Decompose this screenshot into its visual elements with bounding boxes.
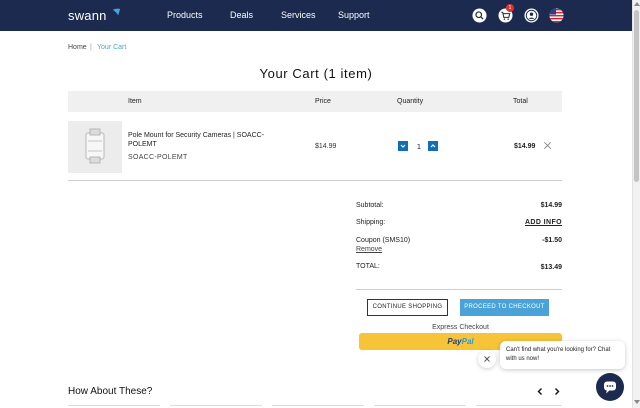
subtotal-label: Subtotal: (356, 202, 384, 209)
account-icon[interactable] (524, 8, 539, 23)
shipping-label: Shipping: (356, 219, 386, 226)
nav-deals[interactable]: Deals (230, 10, 253, 20)
chat-icon (604, 381, 616, 394)
header-price: Price (315, 98, 331, 105)
swann-logo[interactable]: swann (68, 8, 107, 23)
nav-products[interactable]: Products (167, 10, 203, 20)
proceed-to-checkout-button[interactable]: PROCEED TO CHECKOUT (460, 299, 549, 316)
recommendations-title: How About These? (68, 386, 153, 397)
remove-item-icon[interactable] (543, 141, 552, 150)
breadcrumb-current: Your Cart (97, 44, 127, 51)
row-divider (68, 180, 562, 181)
subtotal-value: $14.99 (540, 202, 562, 209)
chat-close-button[interactable] (478, 350, 496, 368)
breadcrumb-separator: | (90, 44, 92, 51)
product-sku: SOACC-POLEMT (128, 154, 188, 161)
product-image[interactable] (68, 121, 122, 173)
coupon-value: -$1.50 (542, 237, 562, 244)
coupon-label: Coupon (SMS10) (356, 237, 411, 244)
page-scrollbar[interactable] (632, 0, 640, 408)
logo-wave-icon (112, 8, 121, 16)
header-quantity: Quantity (397, 98, 424, 105)
remove-coupon-link[interactable]: Remove (356, 246, 382, 253)
quantity-decrease-icon[interactable] (398, 141, 408, 151)
product-line-total: $14.99 (514, 143, 536, 150)
page-title: Your Cart (1 item) (259, 66, 373, 81)
carousel-next-icon[interactable] (553, 387, 561, 396)
quantity-value[interactable]: 1 (415, 143, 423, 151)
continue-shopping-button[interactable]: CONTINUE SHOPPING (367, 299, 448, 316)
pole-mount-image (85, 128, 105, 164)
cart-count-badge: 1 (506, 4, 514, 12)
chat-prompt-bubble[interactable]: Can't find what you're looking for? Chat… (500, 341, 625, 369)
nav-support[interactable]: Support (338, 10, 370, 20)
search-icon[interactable] (472, 8, 487, 23)
paypal-logo-pay: Pay (447, 337, 462, 346)
scrollbar-thumb[interactable] (634, 10, 639, 182)
product-price: $14.99 (315, 143, 337, 150)
close-icon (484, 356, 490, 362)
total-label: TOTAL: (356, 263, 380, 270)
breadcrumb-home[interactable]: Home (68, 44, 87, 51)
add-info-link[interactable]: ADD INFO (525, 219, 562, 226)
scroll-up-arrow-icon[interactable] (634, 2, 640, 6)
chat-launcher-button[interactable] (596, 373, 624, 401)
paypal-logo-pal: Pal (461, 337, 474, 346)
quantity-increase-icon[interactable] (428, 141, 438, 151)
us-flag-icon[interactable] (549, 8, 564, 23)
total-value: $13.49 (540, 264, 562, 271)
cart-page: swann Products Deals Services Support 1 (0, 0, 640, 408)
nav-services[interactable]: Services (281, 10, 316, 20)
express-checkout-label: Express Checkout (432, 324, 489, 331)
carousel-prev-icon[interactable] (536, 387, 544, 396)
header-item: Item (128, 98, 142, 105)
header-total: Total (513, 98, 528, 105)
scroll-down-arrow-icon[interactable] (634, 400, 640, 404)
summary-divider (356, 289, 562, 290)
product-name[interactable]: Pole Mount for Security Cameras | SOACC-… (128, 131, 278, 149)
